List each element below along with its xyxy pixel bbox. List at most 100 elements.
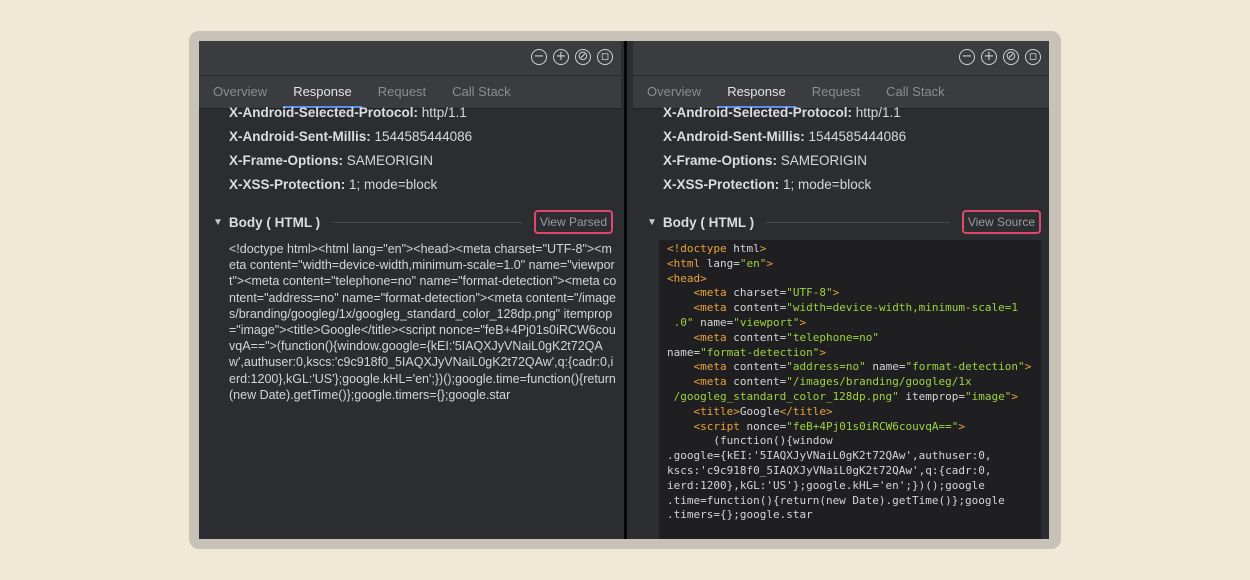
- zoom-in-icon[interactable]: +: [981, 49, 997, 65]
- zoom-out-icon[interactable]: −: [531, 49, 547, 65]
- split-divider[interactable]: [621, 41, 633, 539]
- header-row: X-Android-Sent-Millis: 1544585444086: [229, 129, 472, 144]
- code-line: <head>: [667, 272, 1041, 287]
- collapse-triangle-icon[interactable]: ▼: [213, 217, 223, 228]
- code-token: "UTF-8": [786, 286, 833, 300]
- code-line: <!doctype html>: [667, 242, 1041, 257]
- code-line: <html lang="en">: [667, 257, 1041, 272]
- header-row: X-Frame-Options: SAMEORIGIN: [663, 153, 867, 168]
- header-key: X-XSS-Protection:: [229, 177, 346, 192]
- code-line: /googleg_standard_color_128dp.png" itemp…: [667, 390, 1041, 405]
- zoom-in-icon[interactable]: +: [553, 49, 569, 65]
- code-token: </title>: [779, 404, 833, 418]
- code-token: content=: [733, 301, 787, 315]
- header-row: X-XSS-Protection: 1; mode=block: [229, 177, 437, 192]
- header-value: 1544585444086: [374, 129, 473, 144]
- code-token: charset=: [733, 286, 787, 300]
- code-line: .timers={};google.star: [667, 508, 1041, 523]
- code-token: .google={kEI:'5IAQXJyVNaiL0gK2t72QAw',au…: [667, 449, 992, 463]
- tab-overview[interactable]: Overview: [213, 76, 267, 108]
- code-line: <script nonce="feB+4Pj01s0iRCW6couvqA=="…: [667, 420, 1041, 435]
- code-token: "/images/branding/googleg/1x: [786, 375, 972, 389]
- code-token: nonce=: [746, 419, 787, 433]
- code-line: .time=function(){return(new Date).getTim…: [667, 494, 1041, 509]
- tab-response[interactable]: Response: [717, 76, 796, 108]
- header-row: X-XSS-Protection: 1; mode=block: [663, 177, 871, 192]
- header-row: X-Android-Selected-Protocol: http/1.1: [663, 105, 901, 120]
- code-token: <meta: [693, 360, 734, 374]
- header-row: X-Frame-Options: SAMEORIGIN: [229, 153, 433, 168]
- header-key: X-Android-Selected-Protocol:: [663, 105, 853, 120]
- code-line: <meta content="address=no" name="format-…: [667, 360, 1041, 375]
- code-token: >: [799, 315, 807, 329]
- code-token: "address=no": [786, 360, 866, 374]
- inspector-toolbar: − + ⊘ ▫: [199, 41, 621, 76]
- code-token: lang=: [706, 256, 740, 270]
- fit-icon[interactable]: ▫: [1025, 49, 1041, 65]
- screenshot-frame: − + ⊘ ▫ Overview Response Request Call Stac…: [189, 31, 1061, 549]
- code-token: .0": [667, 315, 694, 329]
- tab-call-stack[interactable]: Call Stack: [452, 76, 511, 108]
- code-line: kscs:'c9c918f0_5IAQXJyVNaiL0gK2t72QAw',q…: [667, 464, 1041, 479]
- tab-call-stack[interactable]: Call Stack: [886, 76, 945, 108]
- code-token: html: [733, 242, 760, 255]
- code-token: <title>: [693, 404, 740, 418]
- header-row: X-Android-Sent-Millis: 1544585444086: [663, 129, 906, 144]
- section-rule: [766, 221, 950, 223]
- header-key: X-Android-Sent-Millis:: [663, 129, 805, 144]
- reset-zoom-icon[interactable]: ⊘: [575, 49, 591, 65]
- code-token: >: [766, 256, 773, 270]
- code-token: <meta: [693, 286, 734, 300]
- code-token: >: [832, 286, 840, 300]
- code-token: "feB+4Pj01s0iRCW6couvqA==": [786, 419, 959, 433]
- code-token: ierd:1200},kGL:'US'};google.kHL='en';})(…: [667, 478, 985, 492]
- reset-zoom-icon[interactable]: ⊘: [1003, 49, 1019, 65]
- header-key: X-Android-Selected-Protocol:: [229, 105, 419, 120]
- fit-icon[interactable]: ▫: [597, 49, 613, 65]
- code-token: "image": [965, 389, 1012, 403]
- code-token: content=: [733, 360, 787, 374]
- code-line: <meta content="/images/branding/googleg/…: [667, 375, 1041, 390]
- code-token: >: [1024, 360, 1032, 374]
- collapse-triangle-icon[interactable]: ▼: [647, 217, 657, 228]
- code-line: <meta content="telephone=no": [667, 331, 1041, 346]
- body-section-header: ▼ Body ( HTML ) View Parsed: [213, 209, 613, 235]
- code-token: <meta: [693, 375, 734, 389]
- code-token: "format-detection": [905, 360, 1025, 374]
- code-token: "width=device-width,minimum-scale=1: [786, 301, 1019, 315]
- code-token: <head>: [667, 271, 707, 285]
- body-title: Body ( HTML ): [662, 214, 755, 230]
- tab-response[interactable]: Response: [283, 76, 362, 108]
- tab-request[interactable]: Request: [378, 76, 426, 108]
- code-token: "format-detection": [700, 345, 820, 359]
- header-key: X-Frame-Options:: [229, 153, 344, 168]
- code-token: <meta: [693, 301, 734, 315]
- tab-overview[interactable]: Overview: [647, 76, 701, 108]
- code-token: >: [1011, 389, 1019, 403]
- code-line: <title>Google</title>: [667, 405, 1041, 420]
- view-toggle-button[interactable]: View Parsed: [533, 210, 613, 234]
- view-toggle-button[interactable]: View Source: [961, 210, 1041, 234]
- code-line: (function(){window: [667, 434, 1041, 449]
- code-token: <!doctype: [667, 242, 734, 255]
- tab-request[interactable]: Request: [812, 76, 860, 108]
- code-token: >: [819, 345, 826, 359]
- code-token: content=: [733, 375, 787, 389]
- code-token: .time=function(){return(new Date).getTim…: [667, 493, 1005, 507]
- header-value: http/1.1: [855, 105, 901, 120]
- code-line: <meta content="width=device-width,minimu…: [667, 301, 1041, 316]
- zoom-out-icon[interactable]: −: [959, 49, 975, 65]
- code-token: <meta: [693, 330, 734, 344]
- body-title: Body ( HTML ): [228, 214, 321, 230]
- code-token: >: [759, 242, 767, 255]
- header-value: 1; mode=block: [783, 177, 872, 192]
- code-token: >: [958, 419, 966, 433]
- code-token: "viewport": [733, 315, 800, 329]
- code-line: .google={kEI:'5IAQXJyVNaiL0gK2t72QAw',au…: [667, 449, 1041, 464]
- header-value: http/1.1: [421, 105, 467, 120]
